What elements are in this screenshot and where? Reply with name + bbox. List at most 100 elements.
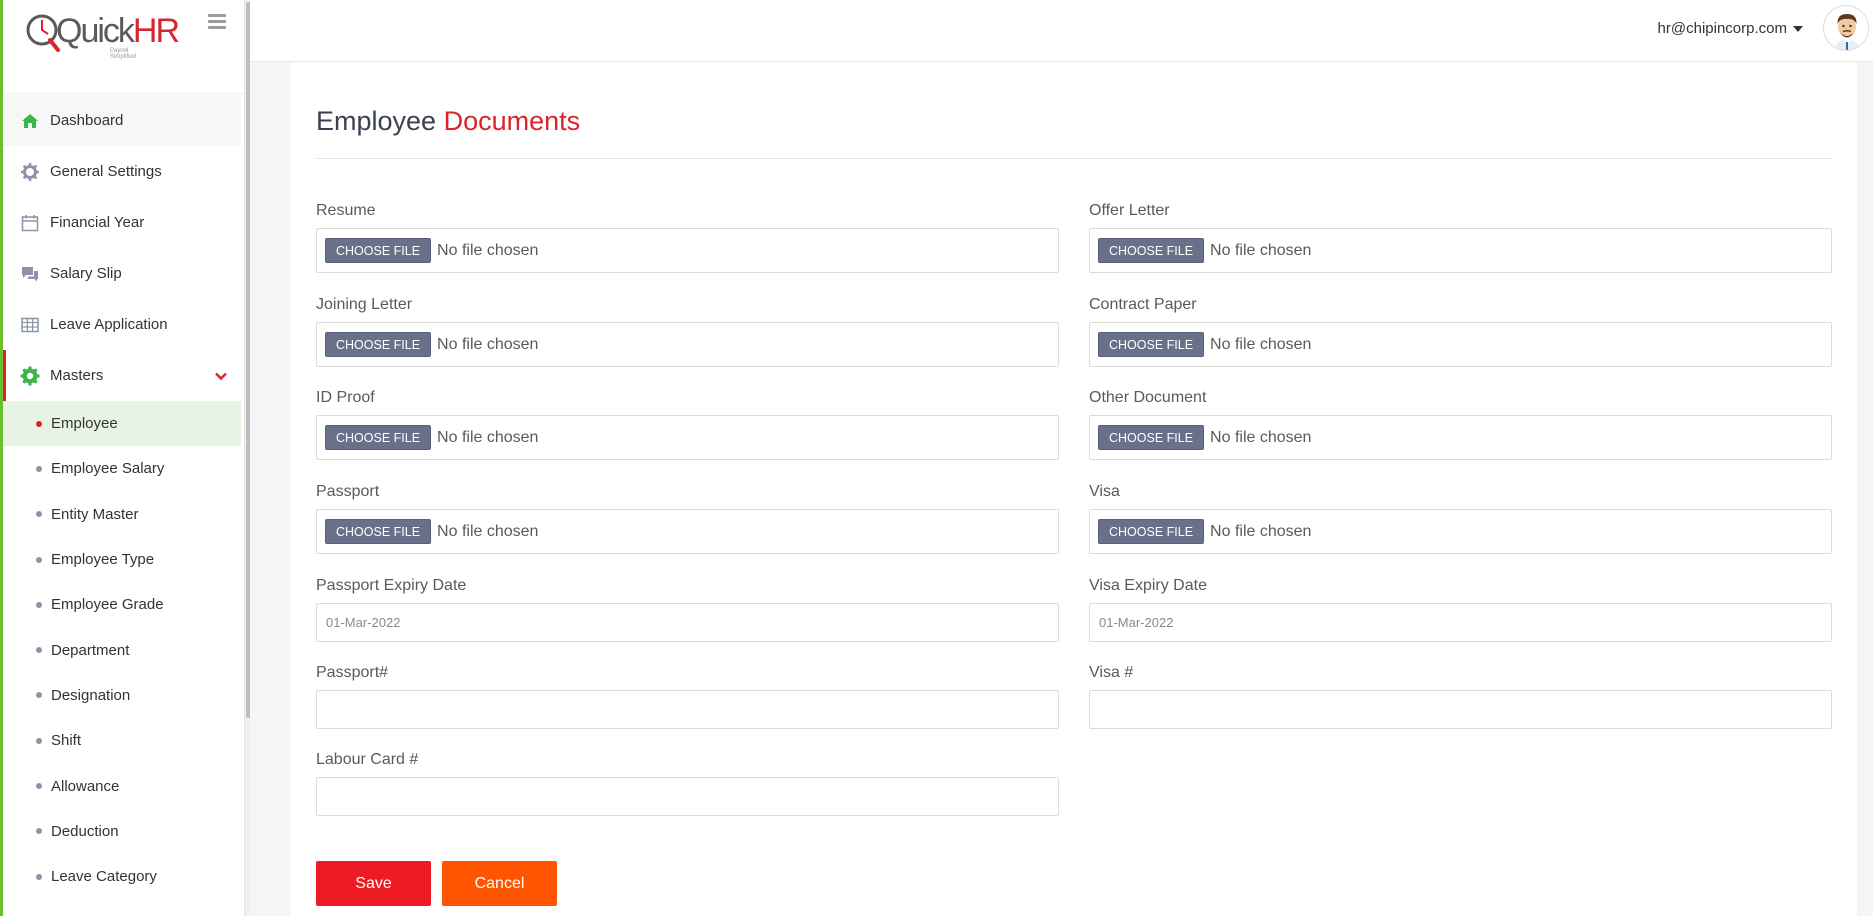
bullet-icon [36,783,42,790]
resume-file-input[interactable]: CHOOSE FILE No file chosen [316,228,1059,273]
sidebar-subitem-label: Employee Type [51,551,155,569]
sidebar-subitem-department[interactable]: Department [3,627,241,672]
id-proof-label: ID Proof [316,389,375,406]
passport-expiry-input[interactable]: 01-Mar-2022 [316,603,1059,642]
passport-file-status: No file chosen [437,522,539,540]
visa-number-input[interactable] [1089,690,1832,729]
labour-card-label: Labour Card # [316,751,419,768]
id-proof-file-status: No file chosen [437,428,539,446]
visa-expiry-input[interactable]: 01-Mar-2022 [1089,603,1832,642]
bullet-icon [36,692,42,699]
sidebar-subitem-employee[interactable]: Employee [3,401,241,447]
visa-file-input[interactable]: CHOOSE FILE No file chosen [1089,509,1832,554]
sidebar-subitem-label: Allowance [51,777,120,795]
id-proof-choose-button[interactable]: CHOOSE FILE [325,425,432,450]
bullet-icon [36,601,42,608]
sidebar-subitem-employee-type[interactable]: Employee Type [3,537,241,582]
passport-expiry-value: 01-Mar-2022 [326,615,401,630]
gear-icon [20,162,40,182]
sidebar-subitem-label: Employee [51,415,118,433]
menu-toggle-icon[interactable] [208,14,226,30]
passport-expiry-label: Passport Expiry Date [316,577,467,594]
sidebar-nav: Dashboard General Settings Financial Yea… [3,95,241,899]
contract-paper-choose-button[interactable]: CHOOSE FILE [1098,332,1205,357]
labour-card-input[interactable] [316,777,1059,816]
other-document-file-input[interactable]: CHOOSE FILE No file chosen [1089,415,1832,460]
user-menu[interactable]: hr@chipincorp.com [1658,20,1803,37]
other-document-choose-button[interactable]: CHOOSE FILE [1098,425,1205,450]
sidebar: QuickHR Payroll Simplified Dashboard Gen… [0,0,250,916]
visa-label: Visa [1089,483,1120,500]
avatar[interactable] [1823,5,1869,51]
save-button[interactable]: Save [316,861,431,906]
passport-number-field: Passport# [316,664,1059,729]
sidebar-item-salary-slip[interactable]: Salary Slip [3,248,241,299]
offer-letter-file-input[interactable]: CHOOSE FILE No file chosen [1089,228,1832,273]
visa-file-status: No file chosen [1210,522,1312,540]
visa-number-field: Visa # [1089,664,1832,729]
sidebar-item-financial-year[interactable]: Financial Year [3,197,241,248]
visa-expiry-field: Visa Expiry Date 01-Mar-2022 [1089,577,1832,642]
resume-choose-button[interactable]: CHOOSE FILE [325,238,432,263]
visa-expiry-label: Visa Expiry Date [1089,577,1207,594]
contract-paper-field: Contract Paper CHOOSE FILE No file chose… [1089,296,1832,367]
sidebar-item-label: Financial Year [50,214,145,231]
chat-icon [20,264,40,284]
sidebar-item-dashboard[interactable]: Dashboard [3,95,241,146]
sidebar-item-masters[interactable]: Masters [3,350,241,401]
passport-number-input[interactable] [316,690,1059,729]
sidebar-subitem-label: Deduction [51,822,119,840]
id-proof-file-input[interactable]: CHOOSE FILE No file chosen [316,415,1059,460]
sidebar-scrollbar-thumb[interactable] [246,2,250,718]
logo-area: QuickHR Payroll Simplified [3,0,250,94]
sidebar-subitem-leave-category[interactable]: Leave Category [3,854,241,899]
sidebar-item-leave-application[interactable]: Leave Application [3,299,241,350]
sidebar-item-general-settings[interactable]: General Settings [3,146,241,197]
settings-badge-icon [20,366,40,386]
sidebar-item-label: Salary Slip [50,265,122,282]
visa-number-label: Visa # [1089,664,1134,681]
sidebar-item-label: Masters [50,367,104,384]
sidebar-scrollbar[interactable] [244,0,250,916]
sidebar-subitem-employee-salary[interactable]: Employee Salary [3,446,241,491]
resume-label: Resume [316,202,376,219]
logo[interactable]: QuickHR Payroll Simplified [24,8,180,60]
other-document-field: Other Document CHOOSE FILE No file chose… [1089,389,1832,460]
offer-letter-file-status: No file chosen [1210,241,1312,259]
passport-file-input[interactable]: CHOOSE FILE No file chosen [316,509,1059,554]
resume-field: Resume CHOOSE FILE No file chosen [316,202,1059,273]
sidebar-subitem-allowance[interactable]: Allowance [3,763,241,808]
contract-paper-file-input[interactable]: CHOOSE FILE No file chosen [1089,322,1832,367]
offer-letter-choose-button[interactable]: CHOOSE FILE [1098,238,1205,263]
sidebar-subitem-shift[interactable]: Shift [3,718,241,763]
sidebar-subitem-deduction[interactable]: Deduction [3,809,241,854]
logo-tagline: Payroll Simplified [110,48,137,60]
documents-card: Employee Documents Resume CHOOSE FILE No… [290,62,1857,916]
page-title: Employee Documents [316,106,581,136]
sidebar-item-label: General Settings [50,163,162,180]
visa-field: Visa CHOOSE FILE No file chosen [1089,483,1832,554]
sidebar-subitem-entity-master[interactable]: Entity Master [3,492,241,537]
bullet-icon [36,828,42,835]
joining-letter-file-input[interactable]: CHOOSE FILE No file chosen [316,322,1059,367]
joining-letter-label: Joining Letter [316,296,413,313]
other-document-file-status: No file chosen [1210,428,1312,446]
sidebar-subitem-label: Entity Master [51,505,139,523]
bullet-icon [36,420,42,427]
sidebar-subitem-label: Employee Grade [51,596,164,614]
sidebar-subitem-employee-grade[interactable]: Employee Grade [3,582,241,627]
sidebar-subitem-designation[interactable]: Designation [3,673,241,718]
other-document-label: Other Document [1089,389,1207,406]
bullet-icon [36,737,42,744]
sidebar-subitem-label: Shift [51,732,82,750]
passport-choose-button[interactable]: CHOOSE FILE [325,519,432,544]
joining-letter-choose-button[interactable]: CHOOSE FILE [325,332,432,357]
cancel-button[interactable]: Cancel [442,861,557,906]
sidebar-subitem-label: Designation [51,686,131,704]
table-icon [20,315,40,335]
visa-choose-button[interactable]: CHOOSE FILE [1098,519,1205,544]
offer-letter-field: Offer Letter CHOOSE FILE No file chosen [1089,202,1832,273]
home-icon [20,111,40,131]
visa-expiry-value: 01-Mar-2022 [1099,615,1174,630]
labour-card-field: Labour Card # [316,751,1059,816]
